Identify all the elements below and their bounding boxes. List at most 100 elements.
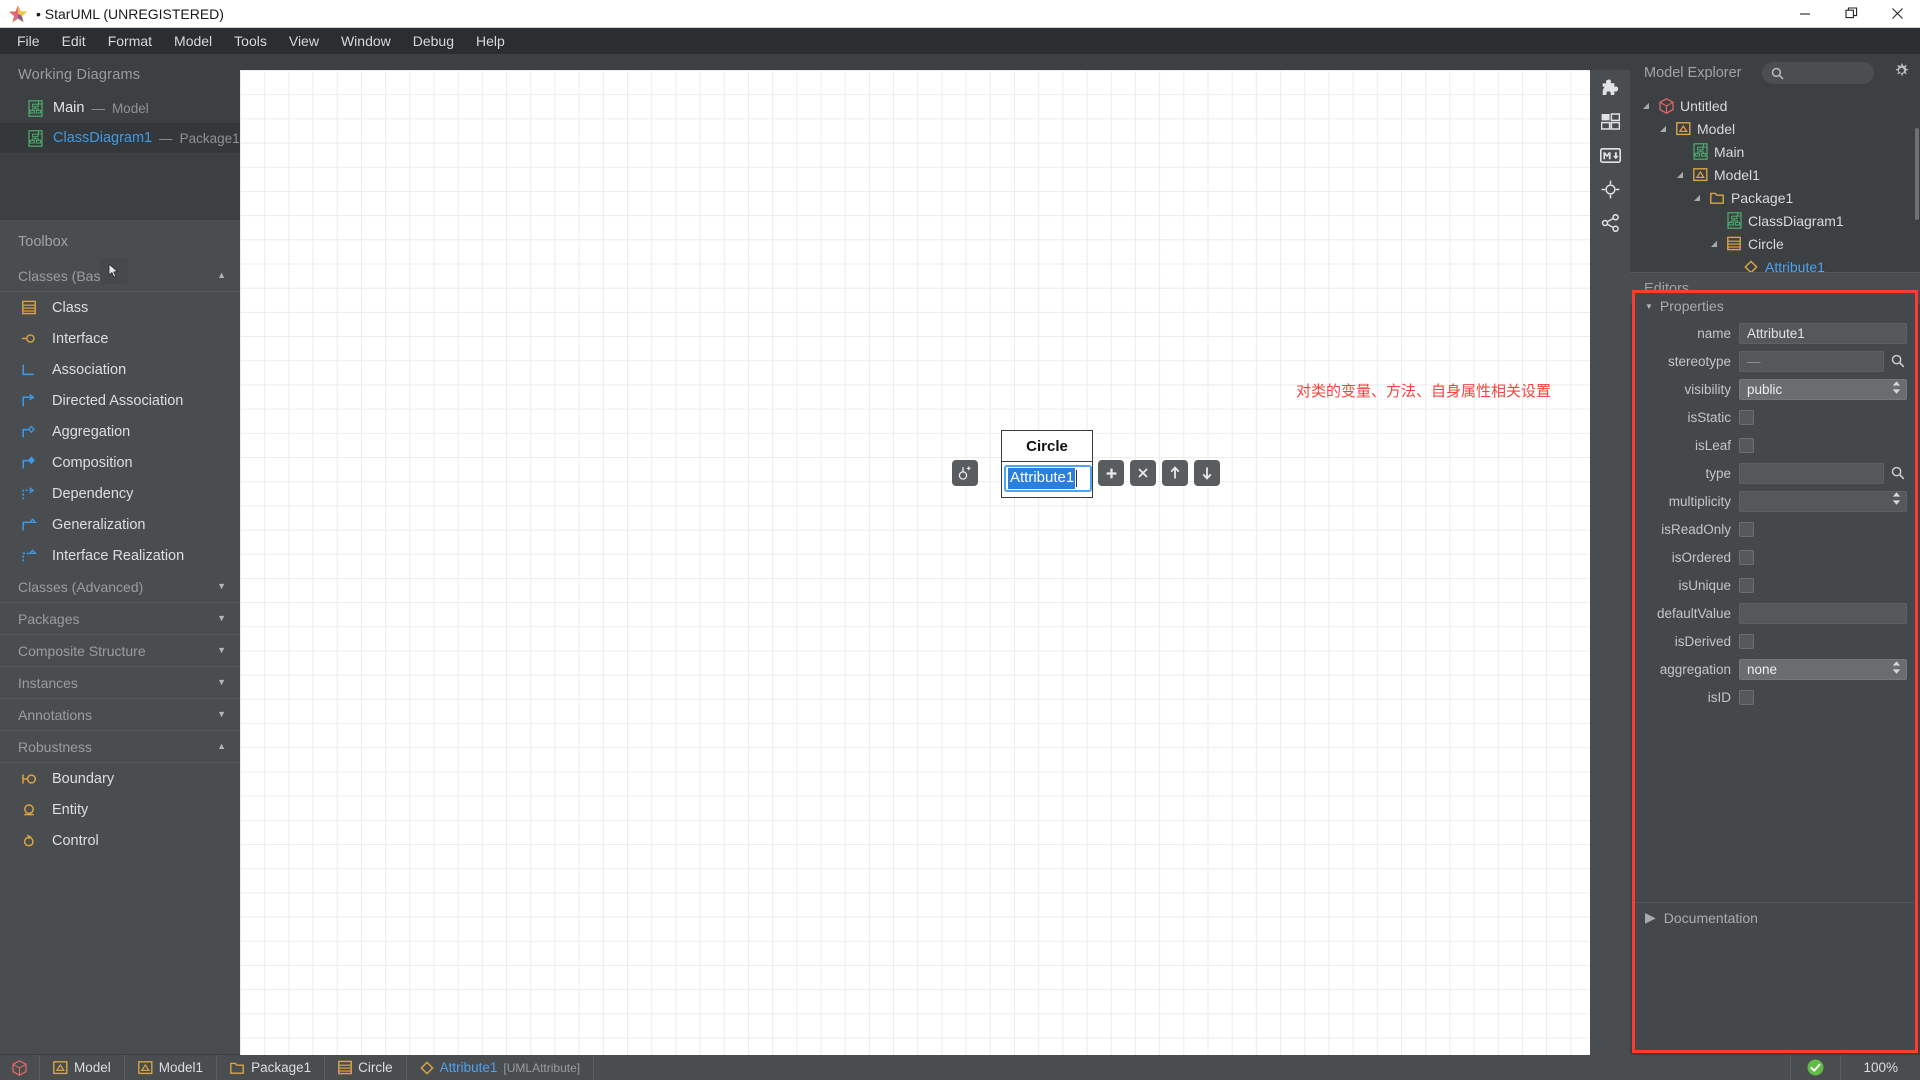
tool-boundary[interactable]: Boundary	[0, 763, 240, 794]
toolbox-group-classes-advanced[interactable]: Classes (Advanced) ▼	[0, 571, 240, 603]
composition-icon	[18, 454, 40, 472]
menu-item-window[interactable]: Window	[330, 30, 402, 52]
menu-item-format[interactable]: Format	[97, 30, 163, 52]
tree-item-package1[interactable]: ◢ Package1	[1630, 186, 1920, 209]
isid-checkbox[interactable]	[1739, 689, 1754, 705]
tool-interface[interactable]: Interface	[0, 323, 240, 354]
tree-item-classdiagram1[interactable]: ClassDiagram1	[1630, 209, 1920, 232]
tree-scrollbar[interactable]	[1915, 128, 1919, 220]
tree-item-attribute1[interactable]: Attribute1	[1630, 255, 1920, 272]
tree-item-untitled[interactable]: ◢ Untitled	[1630, 94, 1920, 117]
menu-bar: File Edit Format Model Tools View Window Debug H…	[0, 28, 1920, 54]
tool-composition[interactable]: Composition	[0, 447, 240, 478]
name-input[interactable]: Attribute1	[1739, 322, 1907, 344]
tree-item-circle[interactable]: ◢ Circle	[1630, 232, 1920, 255]
attribute-visibility-button[interactable]	[952, 460, 978, 486]
stereotype-input[interactable]: —	[1739, 350, 1884, 372]
attribute-delete-button[interactable]	[1130, 460, 1156, 486]
toolbox-panel: Toolbox Classes (Basic) ▲ Class Interface As…	[0, 220, 240, 856]
pointer-cursor-icon[interactable]	[100, 258, 128, 284]
tool-generalization[interactable]: Generalization	[0, 509, 240, 540]
toolbox-group-composite-structure[interactable]: Composite Structure ▼	[0, 635, 240, 667]
gear-icon[interactable]	[1885, 62, 1910, 84]
defaultvalue-label: defaultValue	[1656, 605, 1731, 621]
menu-item-help[interactable]: Help	[465, 30, 516, 52]
menu-item-debug[interactable]: Debug	[402, 30, 465, 52]
share-nodes-icon[interactable]	[1590, 206, 1630, 240]
tool-class[interactable]: Class	[0, 292, 240, 323]
toolbox-group-annotations[interactable]: Annotations ▼	[0, 699, 240, 731]
menu-item-edit[interactable]: Edit	[51, 30, 97, 52]
grid-panels-icon[interactable]	[1590, 104, 1630, 138]
breadcrumb-item-model[interactable]: Model	[40, 1055, 125, 1080]
toolbox-group-instances[interactable]: Instances ▼	[0, 667, 240, 699]
restore-button[interactable]	[1828, 0, 1874, 28]
isunique-checkbox[interactable]	[1739, 577, 1754, 593]
tool-dependency[interactable]: Dependency	[0, 478, 240, 509]
multiplicity-spinner[interactable]	[1739, 490, 1907, 512]
working-diagram-item-classdiagram1[interactable]: ClassDiagram1 — Package1	[0, 123, 240, 153]
attribute-add-button[interactable]	[1098, 460, 1124, 486]
stereotype-search-icon[interactable]	[1889, 354, 1907, 368]
menu-item-file[interactable]: File	[6, 30, 51, 52]
markdown-icon[interactable]	[1590, 138, 1630, 172]
attribute-move-down-button[interactable]	[1194, 460, 1220, 486]
crosshair-target-icon[interactable]	[1590, 172, 1630, 206]
breadcrumb-type: [UMLAttribute]	[503, 1060, 581, 1075]
attribute-inline-editor[interactable]: Attribute1	[1004, 465, 1092, 492]
directed-association-icon	[18, 392, 40, 410]
isreadonly-checkbox[interactable]	[1739, 521, 1754, 537]
diagram-canvas[interactable]: Circle Attribute1 对类的变量、方法、自身属性相关设置	[240, 70, 1590, 1055]
status-project-icon[interactable]	[0, 1055, 40, 1080]
staruml-star-icon	[8, 4, 28, 24]
toolbox-group-label: Classes (Advanced)	[18, 578, 144, 595]
visibility-select[interactable]: public	[1739, 378, 1907, 400]
attribute-name-input[interactable]: Attribute1	[1008, 468, 1076, 489]
puzzle-piece-icon[interactable]	[1590, 70, 1630, 104]
attribute-move-up-button[interactable]	[1162, 460, 1188, 486]
zoom-level-label[interactable]: 100%	[1840, 1055, 1920, 1080]
menu-item-tools[interactable]: Tools	[223, 30, 278, 52]
isordered-checkbox[interactable]	[1739, 549, 1754, 565]
tree-item-model1[interactable]: ◢ Model1	[1630, 163, 1920, 186]
breadcrumb-item-circle[interactable]: Circle	[325, 1055, 407, 1080]
tree-expand-caret[interactable]: ◢	[1691, 193, 1703, 202]
property-row-isderived: isDerived	[1635, 627, 1915, 655]
tree-item-model[interactable]: ◢ Model	[1630, 117, 1920, 140]
tree-item-main[interactable]: Main	[1630, 140, 1920, 163]
menu-item-view[interactable]: View	[278, 30, 330, 52]
breadcrumb-item-model1[interactable]: Model1	[125, 1055, 218, 1080]
documentation-section-header[interactable]: ▶ Documentation	[1635, 902, 1915, 932]
minimize-button[interactable]	[1782, 0, 1828, 28]
breadcrumb-item-package1[interactable]: Package1	[217, 1055, 326, 1080]
isstatic-checkbox[interactable]	[1739, 409, 1754, 425]
tool-interface-realization[interactable]: Interface Realization	[0, 540, 240, 571]
aggregation-select[interactable]: none	[1739, 658, 1907, 680]
isderived-checkbox[interactable]	[1739, 633, 1754, 649]
tool-entity[interactable]: Entity	[0, 794, 240, 825]
tree-expand-caret[interactable]: ◢	[1640, 101, 1652, 110]
tool-aggregation[interactable]: Aggregation	[0, 416, 240, 447]
working-diagram-item-main[interactable]: Main — Model	[0, 93, 240, 123]
tool-association[interactable]: Association	[0, 354, 240, 385]
defaultvalue-input[interactable]	[1739, 602, 1907, 624]
model-explorer-tree[interactable]: ◢ Untitled ◢ Model Main ◢ Model1 ◢ Package1 Class…	[1630, 92, 1920, 272]
toolbox-group-packages[interactable]: Packages ▼	[0, 603, 240, 635]
isleaf-checkbox[interactable]	[1739, 437, 1754, 453]
toolbox-group-robustness[interactable]: Robustness ▲	[0, 731, 240, 763]
visibility-selected-value: public	[1747, 381, 1783, 397]
tool-control[interactable]: Control	[0, 825, 240, 856]
tool-directed-association[interactable]: Directed Association	[0, 385, 240, 416]
properties-section-header[interactable]: ▼ Properties	[1635, 293, 1915, 319]
tree-expand-caret[interactable]: ◢	[1657, 124, 1669, 133]
type-search-icon[interactable]	[1889, 466, 1907, 480]
close-button[interactable]	[1874, 0, 1920, 28]
class-attributes-compartment[interactable]: Attribute1	[1002, 462, 1092, 497]
type-input[interactable]	[1739, 462, 1884, 484]
class-shape-circle[interactable]: Circle Attribute1	[1001, 430, 1093, 498]
search-input[interactable]	[1761, 62, 1874, 84]
menu-item-model[interactable]: Model	[163, 30, 223, 52]
breadcrumb-item-attribute1[interactable]: Attribute1 [UMLAttribute]	[407, 1055, 595, 1080]
tree-expand-caret[interactable]: ◢	[1674, 170, 1686, 179]
tree-expand-caret[interactable]: ◢	[1708, 239, 1720, 248]
